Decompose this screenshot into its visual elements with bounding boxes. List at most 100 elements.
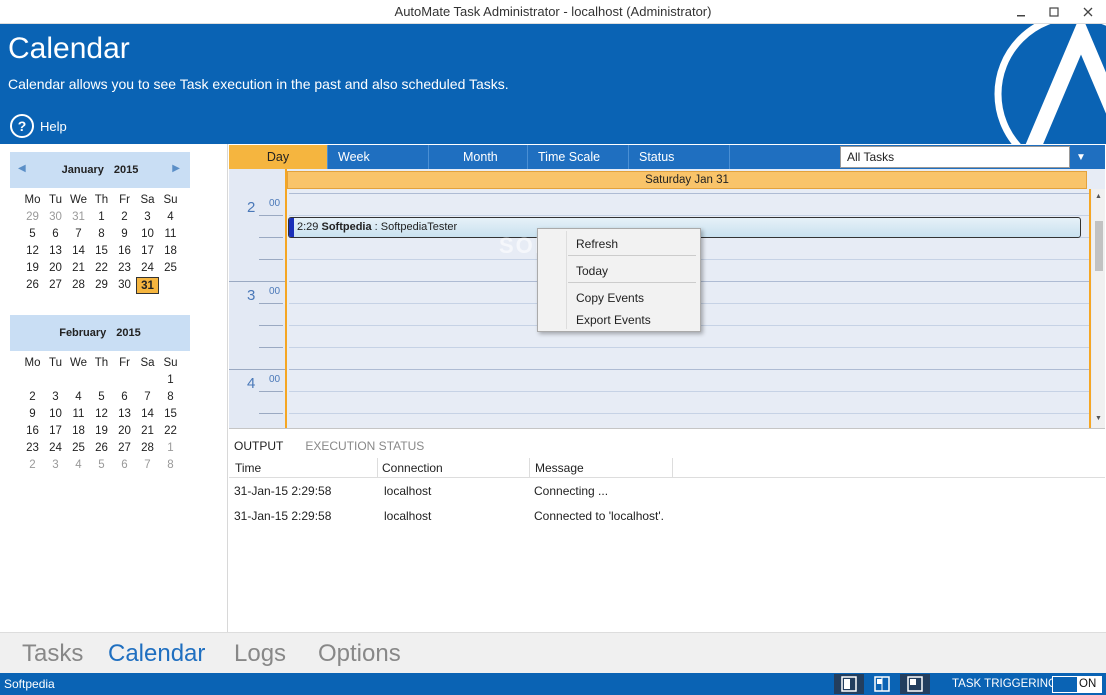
task-filter-select[interactable]: All Tasks [840, 146, 1070, 168]
menu-item-today[interactable]: Today [576, 264, 608, 278]
calendar-day[interactable]: 4 [159, 209, 182, 226]
calendar-day[interactable]: 7 [136, 389, 159, 406]
calendar-day[interactable]: 13 [44, 243, 67, 260]
calendar-day[interactable]: 23 [21, 440, 44, 457]
calendar-day[interactable]: 22 [90, 260, 113, 277]
calendar-day-selected[interactable]: 31 [136, 277, 159, 294]
calendar-day[interactable]: 10 [136, 226, 159, 243]
calendar-day[interactable]: 16 [113, 243, 136, 260]
calendar-day[interactable]: 7 [67, 226, 90, 243]
calendar-day[interactable]: 5 [90, 389, 113, 406]
scroll-down-icon[interactable]: ▼ [1092, 415, 1105, 422]
calendar-day[interactable]: 15 [159, 406, 182, 423]
calendar-day[interactable]: 20 [113, 423, 136, 440]
task-triggering-toggle[interactable]: ON [1052, 676, 1102, 693]
calendar-day[interactable]: 6 [113, 389, 136, 406]
calendar-day[interactable]: 12 [21, 243, 44, 260]
prev-month-icon[interactable]: ◀ [18, 163, 26, 174]
calendar-day[interactable]: 12 [90, 406, 113, 423]
calendar-day[interactable]: 11 [67, 406, 90, 423]
calendar-day[interactable]: 30 [113, 277, 136, 294]
nav-tasks[interactable]: Tasks [22, 640, 83, 668]
calendar-day[interactable]: 7 [136, 457, 159, 474]
calendar-day[interactable]: 8 [159, 457, 182, 474]
maximize-button[interactable] [1036, 0, 1072, 24]
calendar-day[interactable]: 14 [136, 406, 159, 423]
calendar-day[interactable]: 18 [67, 423, 90, 440]
calendar-day[interactable]: 14 [67, 243, 90, 260]
calendar-day[interactable]: 10 [44, 406, 67, 423]
calendar-day[interactable]: 16 [21, 423, 44, 440]
calendar-day[interactable]: 4 [67, 457, 90, 474]
calendar-day[interactable]: 19 [21, 260, 44, 277]
calendar-day[interactable]: 21 [67, 260, 90, 277]
calendar-day[interactable]: 1 [90, 209, 113, 226]
layout-button-3[interactable] [900, 674, 930, 694]
calendar-day[interactable]: 27 [113, 440, 136, 457]
calendar-day[interactable]: 22 [159, 423, 182, 440]
minimize-button[interactable] [1003, 0, 1039, 24]
calendar-day[interactable]: 23 [113, 260, 136, 277]
calendar-day[interactable]: 28 [67, 277, 90, 294]
calendar-day[interactable]: 20 [44, 260, 67, 277]
calendar-day[interactable]: 6 [44, 226, 67, 243]
menu-item-copy-events[interactable]: Copy Events [576, 291, 644, 305]
scrollbar-thumb[interactable] [1095, 221, 1103, 271]
calendar-day[interactable]: 8 [159, 389, 182, 406]
scroll-up-icon[interactable]: ▲ [1092, 193, 1105, 200]
next-month-icon[interactable]: ▶ [172, 163, 180, 174]
calendar-day[interactable]: 1 [159, 440, 182, 457]
calendar-day[interactable]: 6 [113, 457, 136, 474]
calendar-day[interactable]: 26 [90, 440, 113, 457]
calendar-day[interactable]: 17 [44, 423, 67, 440]
calendar-day[interactable]: 3 [44, 389, 67, 406]
column-header-time[interactable]: Time [235, 461, 261, 475]
layout-button-1[interactable] [834, 674, 864, 694]
calendar-day[interactable]: 29 [90, 277, 113, 294]
column-header-connection[interactable]: Connection [382, 461, 443, 475]
calendar-day[interactable]: 13 [113, 406, 136, 423]
calendar-day[interactable]: 29 [21, 209, 44, 226]
calendar-day[interactable]: 5 [21, 226, 44, 243]
calendar-day[interactable]: 25 [67, 440, 90, 457]
calendar-day[interactable]: 26 [21, 277, 44, 294]
tab-status[interactable]: Status [629, 145, 730, 169]
calendar-day[interactable]: 5 [90, 457, 113, 474]
menu-item-refresh[interactable]: Refresh [576, 237, 618, 251]
calendar-day[interactable]: 27 [44, 277, 67, 294]
tab-output[interactable]: OUTPUT [234, 439, 283, 453]
tab-month[interactable]: Month [429, 145, 528, 169]
calendar-day[interactable]: 9 [113, 226, 136, 243]
day-date-header[interactable]: Saturday Jan 31 [287, 171, 1087, 189]
calendar-day[interactable]: 31 [67, 209, 90, 226]
calendar-day[interactable]: 3 [44, 457, 67, 474]
layout-button-2[interactable] [867, 674, 897, 694]
calendar-day[interactable]: 19 [90, 423, 113, 440]
calendar-day[interactable]: 2 [113, 209, 136, 226]
calendar-day[interactable]: 17 [136, 243, 159, 260]
calendar-day[interactable]: 24 [44, 440, 67, 457]
calendar-day[interactable]: 30 [44, 209, 67, 226]
calendar-day[interactable]: 9 [21, 406, 44, 423]
column-header-message[interactable]: Message [535, 461, 584, 475]
tab-time-scale[interactable]: Time Scale [528, 145, 629, 169]
calendar-day[interactable]: 2 [21, 389, 44, 406]
calendar-day[interactable]: 25 [159, 260, 182, 277]
nav-calendar[interactable]: Calendar [108, 640, 205, 668]
help-button[interactable]: ? Help [10, 114, 67, 138]
calendar-day[interactable]: 11 [159, 226, 182, 243]
calendar-day[interactable]: 21 [136, 423, 159, 440]
calendar-day[interactable]: 3 [136, 209, 159, 226]
calendar-day[interactable]: 2 [21, 457, 44, 474]
calendar-day[interactable]: 24 [136, 260, 159, 277]
nav-logs[interactable]: Logs [234, 640, 286, 668]
calendar-day[interactable]: 4 [67, 389, 90, 406]
calendar-day[interactable]: 28 [136, 440, 159, 457]
calendar-day[interactable]: 15 [90, 243, 113, 260]
menu-item-export-events[interactable]: Export Events [576, 313, 651, 327]
calendar-day[interactable]: 1 [159, 372, 182, 389]
calendar-day[interactable]: 18 [159, 243, 182, 260]
tab-day[interactable]: Day [229, 145, 328, 169]
nav-options[interactable]: Options [318, 640, 401, 668]
dropdown-arrow-icon[interactable]: ▼ [1070, 146, 1092, 168]
